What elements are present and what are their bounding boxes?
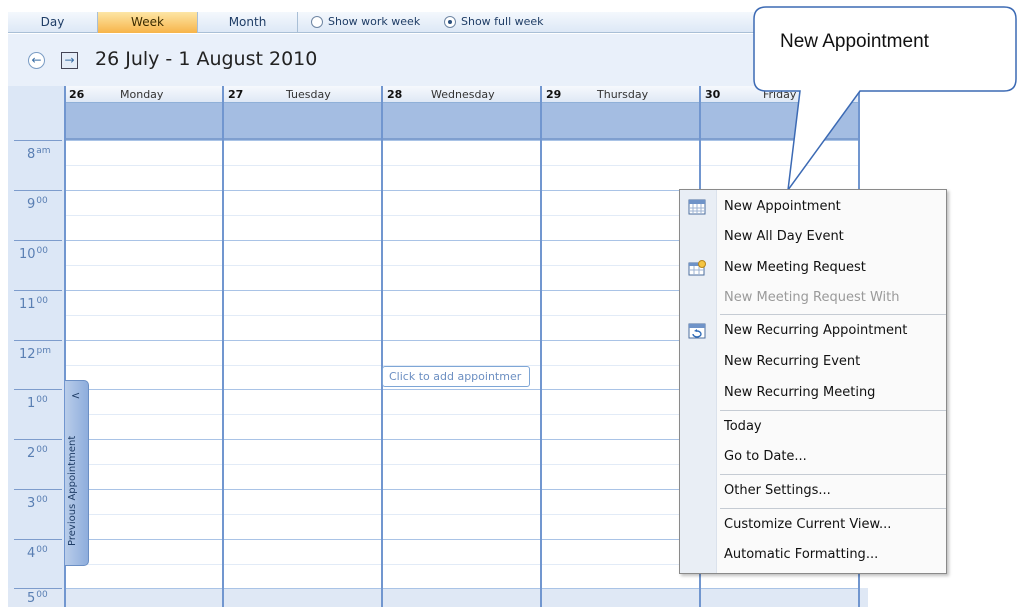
tab-week[interactable]: Week xyxy=(98,12,198,33)
menu-item-go-to-date[interactable]: Go to Date... xyxy=(680,444,946,470)
recurring-icon xyxy=(688,323,706,339)
day-number: 29 xyxy=(546,88,562,101)
day-header-tuesday[interactable]: 27 Tuesday xyxy=(224,86,382,103)
menu-item-label: New Recurring Appointment xyxy=(724,323,908,338)
work-week-radio[interactable] xyxy=(311,15,323,28)
menu-item-label: New Meeting Request xyxy=(724,260,866,275)
menu-item-customize-current-view[interactable]: Customize Current View... xyxy=(680,512,946,538)
day-number: 26 xyxy=(69,88,85,101)
menu-item-label: Go to Date... xyxy=(724,449,807,464)
menu-item-label: Customize Current View... xyxy=(724,517,892,532)
menu-item-new-meeting-request-with: New Meeting Request With xyxy=(680,285,946,311)
menu-item-label: New Appointment xyxy=(724,199,841,214)
time-separator xyxy=(14,290,62,291)
view-switcher-bar: Day Week Month Show work week Show full … xyxy=(8,12,868,33)
show-work-week-option[interactable]: Show work week xyxy=(311,15,420,28)
chevron-left-icon: < xyxy=(71,389,81,402)
calendar-icon xyxy=(688,199,706,215)
meeting-icon xyxy=(688,260,706,276)
menu-separator xyxy=(720,508,946,509)
time-separator xyxy=(14,240,62,241)
back-arrow-icon[interactable]: ← xyxy=(28,52,45,69)
work-week-label: Show work week xyxy=(328,15,421,28)
menu-item-new-meeting-request[interactable]: New Meeting Request xyxy=(680,255,946,281)
click-to-add-appointment-hint[interactable]: Click to add appointmer xyxy=(382,366,530,387)
show-full-week-option[interactable]: Show full week xyxy=(444,15,544,28)
time-label-11: 1100 xyxy=(19,296,48,312)
menu-separator xyxy=(720,314,946,315)
day-header-monday[interactable]: 26 Monday xyxy=(65,86,223,103)
half-hour-gridline xyxy=(65,165,860,166)
previous-appointment-tab[interactable]: < Previous Appointment xyxy=(65,380,89,566)
day-name: Tuesday xyxy=(286,88,331,101)
day-header-thursday[interactable]: 29 Thursday xyxy=(542,86,700,103)
menu-item-label: New Recurring Event xyxy=(724,354,861,369)
tab-month[interactable]: Month xyxy=(198,12,298,33)
time-separator xyxy=(14,539,62,540)
day-number: 28 xyxy=(387,88,403,101)
menu-separator xyxy=(720,410,946,411)
after-hours-row xyxy=(8,588,868,607)
menu-item-label: New All Day Event xyxy=(724,229,844,244)
tab-day[interactable]: Day xyxy=(8,12,98,33)
time-separator xyxy=(14,190,62,191)
day-name: Wednesday xyxy=(431,88,495,101)
time-separator xyxy=(14,389,62,390)
day-name: Monday xyxy=(120,88,164,101)
menu-item-label: Today xyxy=(724,419,762,434)
menu-item-label: New Meeting Request With xyxy=(724,290,900,305)
time-separator xyxy=(14,340,62,341)
column-divider xyxy=(381,86,383,607)
time-separator xyxy=(14,489,62,490)
hour-gridline xyxy=(65,588,860,589)
menu-item-other-settings[interactable]: Other Settings... xyxy=(680,478,946,504)
day-number: 30 xyxy=(705,88,721,101)
time-separator xyxy=(14,140,62,141)
full-week-radio[interactable] xyxy=(444,15,456,28)
menu-item-label: New Recurring Meeting xyxy=(724,385,876,400)
menu-item-new-recurring-appointment[interactable]: New Recurring Appointment xyxy=(680,318,946,344)
menu-item-new-recurring-event[interactable]: New Recurring Event xyxy=(680,349,946,375)
day-header-wednesday[interactable]: 28 Wednesday xyxy=(383,86,541,103)
day-number: 27 xyxy=(228,88,244,101)
column-divider xyxy=(222,86,224,607)
menu-item-new-all-day-event[interactable]: New All Day Event xyxy=(680,224,946,250)
menu-item-new-appointment[interactable]: New Appointment xyxy=(680,194,946,220)
menu-item-label: Other Settings... xyxy=(724,483,831,498)
full-week-label: Show full week xyxy=(461,15,544,28)
day-name: Thursday xyxy=(597,88,649,101)
hour-gridline xyxy=(65,140,860,141)
forward-arrow-icon[interactable]: → xyxy=(61,52,78,69)
all-day-event-band[interactable] xyxy=(65,103,860,140)
time-label-8am: 8am xyxy=(27,146,51,162)
menu-item-label: Automatic Formatting... xyxy=(724,547,879,562)
menu-item-new-recurring-meeting[interactable]: New Recurring Meeting xyxy=(680,380,946,406)
time-separator xyxy=(14,588,62,589)
menu-item-automatic-formatting[interactable]: Automatic Formatting... xyxy=(680,542,946,568)
time-label-9: 900 xyxy=(27,196,48,212)
time-label-12pm: 12pm xyxy=(19,346,52,362)
menu-item-today[interactable]: Today xyxy=(680,414,946,440)
date-range-title: 26 July - 1 August 2010 xyxy=(95,48,318,70)
column-divider xyxy=(540,86,542,607)
callout-text: New Appointment xyxy=(780,31,929,52)
menu-separator xyxy=(720,474,946,475)
previous-appointment-label: Previous Appointment xyxy=(67,435,78,547)
time-label-10: 1000 xyxy=(19,246,48,262)
time-separator xyxy=(14,439,62,440)
context-menu: New Appointment New All Day Event New Me… xyxy=(679,189,947,574)
time-label-5: 500 xyxy=(27,590,48,606)
